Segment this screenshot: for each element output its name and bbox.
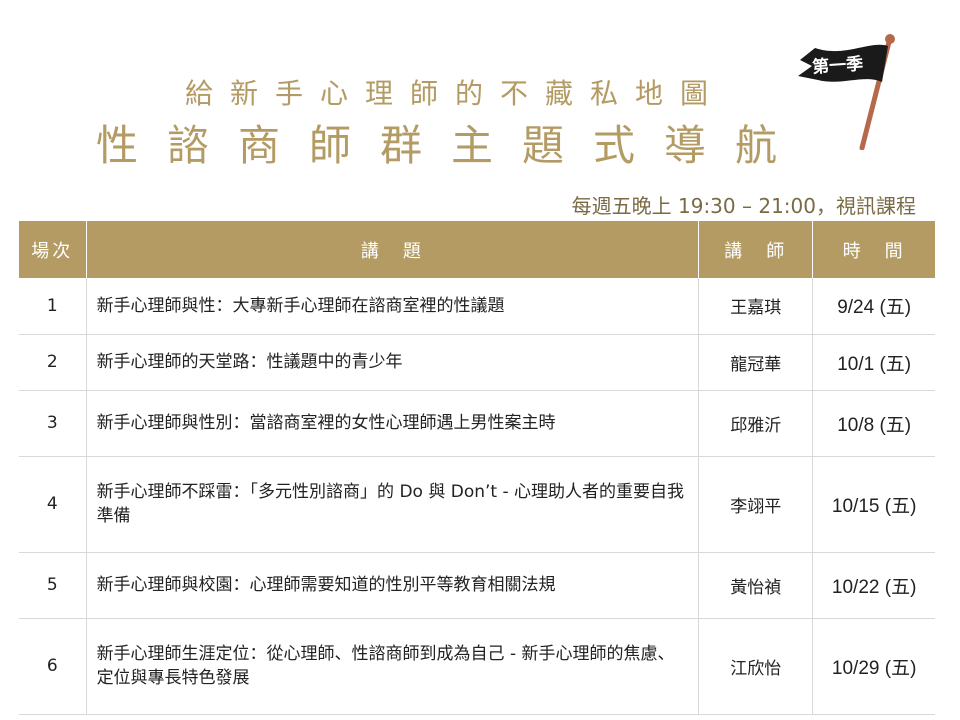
column-header-topic: 講 題 <box>86 221 700 278</box>
session-lecturer: 李翊平 <box>698 456 814 553</box>
session-lecturer: 龍冠華 <box>698 334 814 391</box>
session-topic: 新手心理師生涯定位：從心理師、性諮商師到成為自己 - 新手心理師的焦慮、定位與專… <box>86 618 700 715</box>
session-topic: 新手心理師與校園：心理師需要知道的性別平等教育相關法規 <box>86 552 700 619</box>
season-flag-label: 第一季 <box>811 54 864 78</box>
session-number: 1 <box>19 278 87 335</box>
page-title: 性諮商師群主題式導航 <box>96 121 807 170</box>
subtitle: 給新手心理師的不藏私地圖 <box>185 77 726 110</box>
flag-icon <box>798 34 895 150</box>
table-row: 3 新手心理師與性別：當諮商室裡的女性心理師遇上男性案主時 邱雅沂 10/8 (… <box>19 390 935 457</box>
session-lecturer: 江欣怡 <box>698 618 814 715</box>
session-date: 10/1 (五) <box>812 334 935 391</box>
table-row: 4 新手心理師不踩雷：「多元性別諮商」的 Do 與 Don’t - 心理助人者的… <box>19 456 935 553</box>
table-row: 1 新手心理師與性：大專新手心理師在諮商室裡的性議題 王嘉琪 9/24 (五) <box>19 278 935 335</box>
column-header-session: 場次 <box>19 221 87 278</box>
session-number: 3 <box>19 390 87 457</box>
session-date: 10/8 (五) <box>812 390 935 457</box>
session-lecturer: 邱雅沂 <box>698 390 814 457</box>
table-row: 5 新手心理師與校園：心理師需要知道的性別平等教育相關法規 黃怡禎 10/22 … <box>19 552 935 619</box>
session-topic: 新手心理師與性別：當諮商室裡的女性心理師遇上男性案主時 <box>86 390 700 457</box>
session-table: 場次 講 題 講 師 時 間 1 新手心理師與性：大專新手心理師在諮商室裡的性議… <box>19 221 935 715</box>
table-row: 6 新手心理師生涯定位：從心理師、性諮商師到成為自己 - 新手心理師的焦慮、定位… <box>19 618 935 715</box>
schedule-text: 每週五晚上 19:30 – 21:00，視訊課程 <box>571 194 916 218</box>
session-lecturer: 王嘉琪 <box>698 278 814 335</box>
session-number: 6 <box>19 618 87 715</box>
session-date: 9/24 (五) <box>812 278 935 335</box>
session-topic: 新手心理師不踩雷：「多元性別諮商」的 Do 與 Don’t - 心理助人者的重要… <box>86 456 700 553</box>
table-row: 2 新手心理師的天堂路：性議題中的青少年 龍冠華 10/1 (五) <box>19 334 935 391</box>
table-header-row: 場次 講 題 講 師 時 間 <box>19 221 935 278</box>
session-date: 10/15 (五) <box>812 456 935 553</box>
title-area: 給新手心理師的不藏私地圖 性諮商師群主題式導航 第一季 每週五晚上 19:30 … <box>0 0 960 218</box>
session-number: 2 <box>19 334 87 391</box>
session-topic: 新手心理師的天堂路：性議題中的青少年 <box>86 334 700 391</box>
session-lecturer: 黃怡禎 <box>698 552 814 619</box>
session-date: 10/22 (五) <box>812 552 935 619</box>
session-number: 4 <box>19 456 87 553</box>
column-header-lecturer: 講 師 <box>698 221 814 278</box>
session-date: 10/29 (五) <box>812 618 935 715</box>
column-header-time: 時 間 <box>812 221 935 278</box>
session-number: 5 <box>19 552 87 619</box>
session-topic: 新手心理師與性：大專新手心理師在諮商室裡的性議題 <box>86 278 700 335</box>
